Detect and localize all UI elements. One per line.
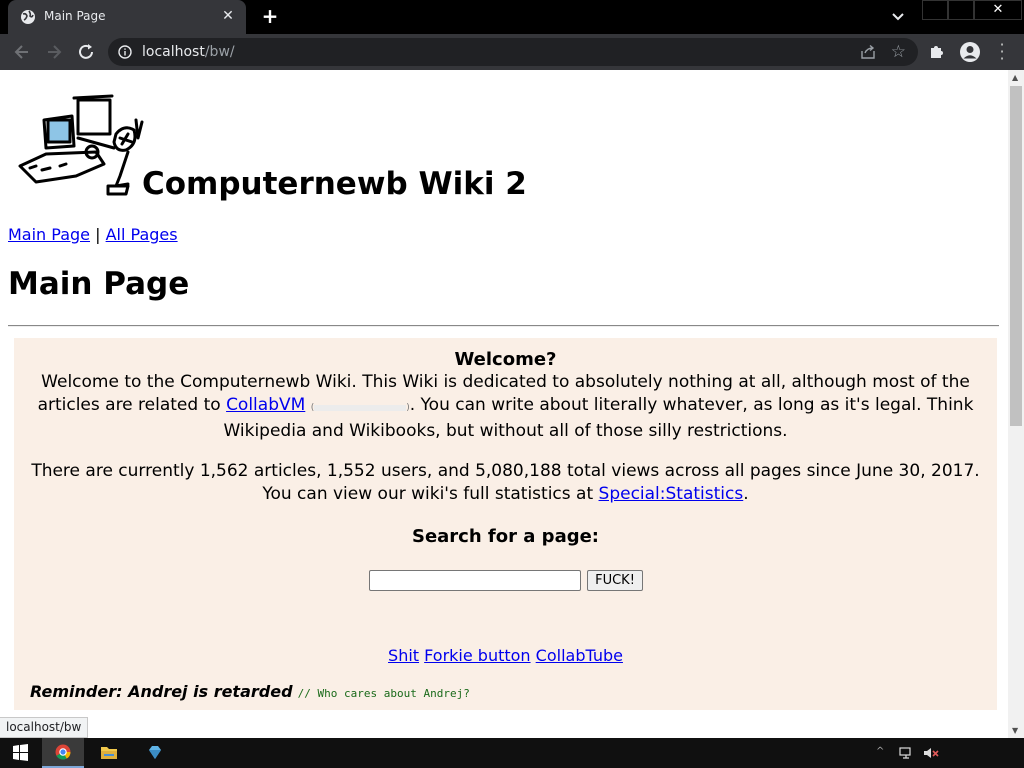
scroll-up-arrow-icon[interactable]: ▲ xyxy=(1012,73,1018,82)
tab-title: Main Page xyxy=(44,9,106,23)
reminder-comment: // Who cares about Andrej? xyxy=(297,687,470,700)
volume-muted-icon[interactable] xyxy=(922,745,940,761)
status-bubble: localhost/bw xyxy=(0,717,89,738)
forward-arrow-icon[interactable] xyxy=(44,42,64,62)
search-button[interactable]: FUCK! xyxy=(587,570,643,591)
scrollbar-thumb[interactable] xyxy=(1010,86,1022,426)
chevron-down-icon[interactable] xyxy=(888,8,908,26)
notification-area[interactable] xyxy=(996,738,1020,768)
page-title: Main Page xyxy=(8,266,190,302)
gem-app-icon[interactable] xyxy=(134,738,176,768)
profile-avatar-icon[interactable] xyxy=(959,41,981,63)
forkie-button-link[interactable]: Forkie button xyxy=(424,646,530,665)
chrome-taskbar-icon[interactable] xyxy=(42,738,84,768)
back-arrow-icon[interactable] xyxy=(12,42,32,62)
welcome-box: Welcome? Welcome to the Computernewb Wik… xyxy=(14,338,997,710)
browser-tab-bar: Main Page ✕ + ✕ xyxy=(0,0,1024,34)
page-viewport: Computernewb Wiki 2 Main Page | All Page… xyxy=(0,70,1008,738)
browser-toolbar: localhost/bw/ ☆ · · · xyxy=(0,34,1024,70)
statistics-link[interactable]: Special:Statistics xyxy=(599,484,744,504)
reload-icon[interactable] xyxy=(76,42,96,62)
windows-taskbar: ^ xyxy=(0,738,1024,768)
reminder-text: Reminder: Andrej is retarded xyxy=(30,682,293,701)
search-heading: Search for a page: xyxy=(411,526,600,547)
nav-all-pages-link[interactable]: All Pages xyxy=(106,225,178,244)
welcome-title: Welcome? xyxy=(454,349,557,370)
extra-links: Shit Forkie button CollabTube xyxy=(14,644,997,667)
close-window-button[interactable]: ✕ xyxy=(974,0,1022,20)
network-icon[interactable] xyxy=(898,745,914,761)
reminder: Reminder: Andrej is retarded // Who care… xyxy=(30,680,470,705)
shit-link[interactable]: Shit xyxy=(388,646,419,665)
info-icon[interactable] xyxy=(118,45,132,59)
globe-icon xyxy=(21,10,35,24)
nav-main-page-link[interactable]: Main Page xyxy=(8,225,90,244)
collabvm-link[interactable]: CollabVM xyxy=(226,395,305,415)
divider xyxy=(8,325,999,327)
minimize-window-button[interactable] xyxy=(922,0,948,20)
top-navigation: Main Page | All Pages xyxy=(8,225,178,244)
wiki-stats: There are currently 1,562 articles, 1,55… xyxy=(31,461,980,504)
close-tab-icon[interactable]: ✕ xyxy=(218,6,238,26)
bookmark-star-icon[interactable]: ☆ xyxy=(891,42,906,62)
nav-separator: | xyxy=(95,225,101,244)
address-bar[interactable]: localhost/bw/ ☆ xyxy=(108,38,918,66)
collabtube-link[interactable]: CollabTube xyxy=(536,646,623,665)
vertical-scrollbar[interactable]: ▲ ▼ xyxy=(1008,70,1024,738)
site-logo[interactable] xyxy=(16,94,144,198)
welcome-intro: Welcome to the Computernewb Wiki. This W… xyxy=(37,372,974,441)
scroll-down-arrow-icon[interactable]: ▼ xyxy=(1012,726,1018,735)
extensions-puzzle-icon[interactable] xyxy=(928,42,946,60)
url-text: localhost/bw/ xyxy=(142,44,235,60)
site-title: Computernewb Wiki 2 xyxy=(142,166,527,202)
new-tab-icon[interactable]: + xyxy=(258,6,282,28)
file-explorer-icon[interactable] xyxy=(88,738,130,768)
windows-start-icon[interactable] xyxy=(4,738,36,768)
more-menu-icon[interactable]: · · · xyxy=(996,37,1008,67)
collabvm-cite: () xyxy=(310,403,410,413)
tray-overflow-icon[interactable]: ^ xyxy=(876,746,884,757)
maximize-window-button[interactable] xyxy=(948,0,974,20)
share-icon[interactable] xyxy=(860,44,876,60)
search-input[interactable] xyxy=(369,570,581,591)
browser-tab[interactable]: Main Page ✕ xyxy=(8,0,246,34)
